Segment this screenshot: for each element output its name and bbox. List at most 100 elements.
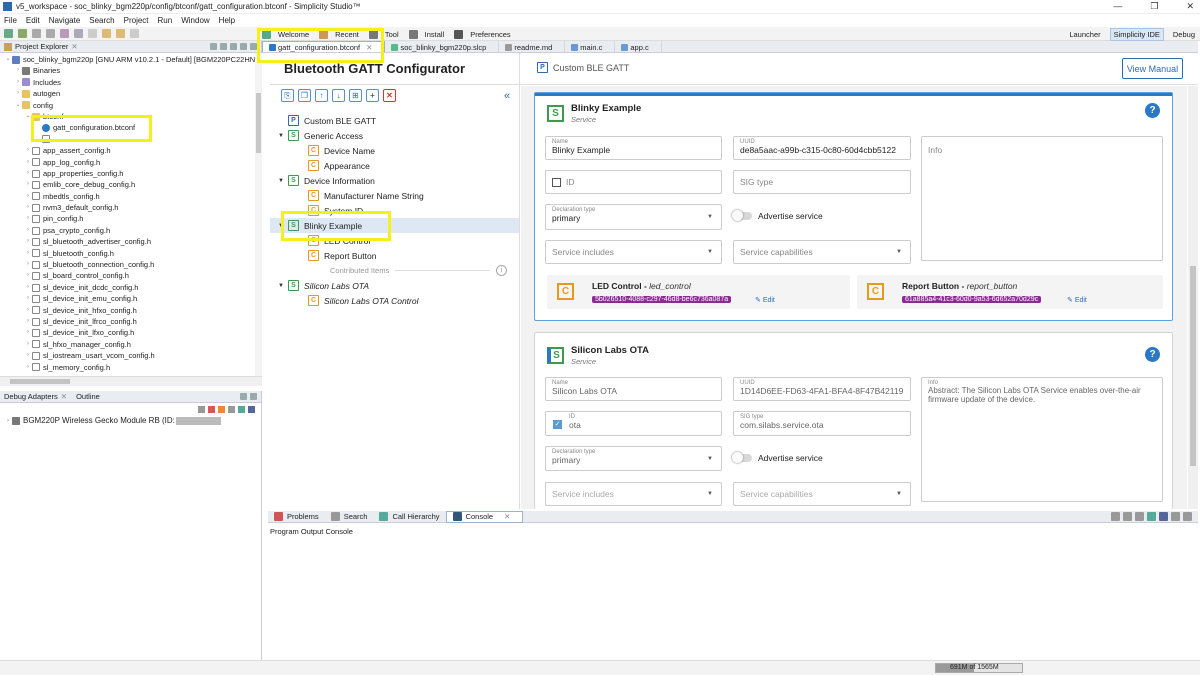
gatt-tree-item[interactable]: C Appearance [270, 158, 519, 173]
clear-console-icon[interactable] [1111, 512, 1120, 521]
service-includes-select[interactable]: Service includes ▼ [545, 240, 722, 264]
expand-arrow-icon[interactable]: ▼ [274, 133, 288, 139]
close-view-icon[interactable]: ✕ [61, 392, 67, 401]
gatt-tree-item[interactable]: ▼ S Generic Access [270, 128, 519, 143]
pin-icon[interactable] [130, 29, 139, 38]
uuid-field[interactable]: UUID de8a5aac-a99b-c315-0c80-60d4cbb5122 [733, 136, 911, 160]
debug-adapter-row[interactable]: › BGM220P Wireless Gecko Module RB (ID: [0, 415, 261, 426]
expand-arrow-icon[interactable]: › [4, 418, 12, 424]
close-view-icon[interactable]: ✕ [71, 42, 77, 51]
tab-app-c[interactable]: app.c [615, 41, 662, 52]
characteristic-report-button[interactable]: C Report Button - report_button 61a885a4… [857, 275, 1163, 309]
disconnect-icon[interactable] [208, 405, 215, 413]
tree-item[interactable]: › pin_config.h [0, 213, 261, 224]
expand-arrow-icon[interactable]: › [24, 225, 32, 236]
expand-arrow-icon[interactable]: › [14, 77, 22, 88]
tree-item[interactable]: › app_assert_config.h [0, 145, 261, 156]
name-field[interactable]: Name Blinky Example [545, 136, 722, 160]
expand-arrow-icon[interactable]: › [24, 293, 32, 304]
tree-item[interactable]: › emlib_core_debug_config.h [0, 179, 261, 190]
tab-slcp[interactable]: soc_blinky_bgm220p.slcp [385, 41, 500, 52]
id-checkbox[interactable] [552, 177, 561, 187]
view-manual-button[interactable]: View Manual [1122, 58, 1183, 79]
expand-arrow-icon[interactable]: › [24, 145, 32, 156]
characteristic-led-control[interactable]: C LED Control - led_control 5b026510-408… [547, 275, 850, 309]
menu-help[interactable]: Help [219, 16, 235, 25]
expand-arrow-icon[interactable]: › [14, 88, 22, 99]
console-output[interactable]: Program Output Console [268, 524, 1198, 660]
tab-search[interactable]: Search [325, 512, 374, 521]
gatt-tree-item[interactable]: C Silicon Labs OTA Control [270, 293, 519, 308]
add-item-button[interactable]: + [366, 89, 379, 102]
expand-arrow-icon[interactable]: › [24, 350, 32, 361]
gatt-tree-item[interactable]: ▼ S Silicon Labs OTA [270, 278, 519, 293]
menu-navigate[interactable]: Navigate [49, 16, 81, 25]
perspective-ide[interactable]: Simplicity IDE [1109, 27, 1164, 41]
tree-item[interactable]: ⌄ config [0, 100, 261, 111]
tree-item[interactable]: › sl_device_init_lfxo_config.h [0, 327, 261, 338]
pin-console-icon[interactable] [1135, 512, 1144, 521]
display-console-icon[interactable] [1147, 512, 1156, 521]
tab-main-c[interactable]: main.c [565, 41, 616, 52]
declaration-type-select[interactable]: Declaration type primary ▼ [545, 204, 722, 230]
link-editor-icon[interactable] [220, 43, 227, 50]
tree-item[interactable]: ⌄ soc_blinky_bgm220p [GNU ARM v10.2.1 - D… [0, 54, 261, 65]
expand-arrow-icon[interactable]: › [24, 248, 32, 259]
explorer-vertical-scrollbar[interactable] [255, 53, 262, 376]
help-icon[interactable]: ? [1145, 347, 1160, 362]
tree-item[interactable]: › sl_memory_config.h [0, 362, 261, 373]
expand-arrow-icon[interactable]: › [24, 168, 32, 179]
delete-item-button[interactable]: ✕ [383, 89, 396, 102]
expand-arrow-icon[interactable]: › [24, 213, 32, 224]
run-icon[interactable] [74, 29, 83, 38]
tab-console[interactable]: Console ✕ [445, 510, 524, 523]
configure-icon[interactable] [238, 405, 245, 413]
maximize-button[interactable]: ❐ [1150, 1, 1158, 12]
menu-edit[interactable]: Edit [26, 16, 40, 25]
info-field[interactable]: Info [921, 136, 1163, 261]
expand-arrow-icon[interactable]: › [24, 157, 32, 168]
maximize-view-icon[interactable] [1183, 512, 1192, 521]
search-icon[interactable] [88, 29, 97, 38]
tree-item[interactable]: › sl_device_init_hfxo_config.h [0, 305, 261, 316]
tab-debug-adapters[interactable]: Debug Adapters [4, 392, 58, 401]
minimize-button[interactable]: — [1113, 1, 1122, 12]
tab-outline[interactable]: Outline [76, 392, 100, 401]
gatt-tree-item[interactable]: C Manufacturer Name String [270, 188, 519, 203]
expand-arrow-icon[interactable]: › [24, 270, 32, 281]
move-up-button[interactable]: ↑ [315, 89, 328, 102]
tree-item[interactable]: › app_properties_config.h [0, 168, 261, 179]
tab-problems[interactable]: Problems [268, 512, 325, 521]
expand-arrow-icon[interactable]: › [14, 65, 22, 76]
refresh-icon[interactable] [198, 405, 205, 413]
perspective-launcher[interactable]: Launcher [1066, 29, 1103, 40]
expand-arrow-icon[interactable]: ⌄ [14, 100, 22, 111]
edit-report-button-link[interactable]: ✎ Edit [1067, 296, 1087, 304]
expand-arrow-icon[interactable]: › [24, 305, 32, 316]
new-icon[interactable] [4, 29, 13, 38]
explorer-horizontal-scrollbar[interactable] [0, 376, 262, 386]
forward-icon[interactable] [116, 29, 125, 38]
minimize-view-icon[interactable] [240, 43, 247, 50]
tree-item[interactable]: › sl_board_control_config.h [0, 270, 261, 281]
expand-arrow-icon[interactable]: › [24, 362, 32, 373]
toggle-switch[interactable] [732, 210, 752, 221]
tree-item[interactable]: › Includes [0, 77, 261, 88]
minimize-view-icon[interactable] [1171, 512, 1180, 521]
copy-button[interactable]: ❐ [298, 89, 311, 102]
install-link[interactable]: Install [408, 29, 444, 39]
expand-arrow-icon[interactable]: › [24, 236, 32, 247]
help-icon[interactable]: ? [1145, 103, 1160, 118]
tree-item[interactable]: › psa_crypto_config.h [0, 225, 261, 236]
tree-item[interactable]: › autogen [0, 88, 261, 99]
preferences-link[interactable]: Preferences [454, 29, 511, 39]
back-icon[interactable] [102, 29, 111, 38]
gatt-tree-item[interactable]: C Device Name [270, 143, 519, 158]
expand-arrow-icon[interactable]: › [24, 316, 32, 327]
tree-item[interactable]: › mbedtls_config.h [0, 191, 261, 202]
import-button[interactable]: ⎘ [281, 89, 294, 102]
open-console-icon[interactable] [1159, 512, 1168, 521]
build-icon[interactable] [18, 29, 27, 38]
gear-icon[interactable] [248, 405, 255, 413]
info-icon[interactable]: i [496, 265, 507, 276]
